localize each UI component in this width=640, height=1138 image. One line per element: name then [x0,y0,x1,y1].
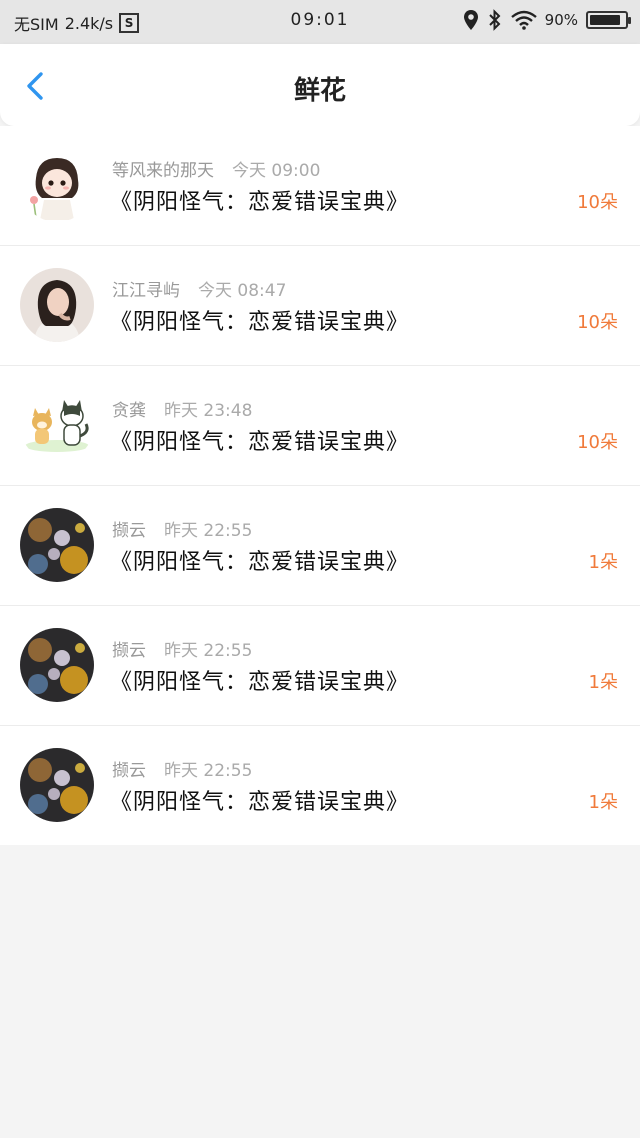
sender-name: 贪龚 [112,401,146,421]
sent-time: 昨天 23:48 [164,401,253,421]
flower-count: 10朵 [577,312,618,333]
page-title: 鲜花 [293,76,346,106]
avatar[interactable] [20,388,94,462]
list-item[interactable]: 等风来的那天 今天 09:00 《阴阳怪气：恋爱错误宝典》 10朵 [0,126,640,246]
flower-count: 1朵 [588,672,618,693]
item-meta: 撷云 昨天 22:55 [112,636,252,661]
night-flower-photo-icon [20,748,94,822]
sent-time: 昨天 22:55 [164,521,253,541]
chevron-left-icon [27,72,43,100]
flower-count: 10朵 [577,192,618,213]
night-flower-photo-icon [20,628,94,702]
avatar[interactable] [20,628,94,702]
sender-name: 撷云 [112,761,146,781]
battery-icon [586,11,631,29]
list-item[interactable]: 江江寻屿 今天 08:47 《阴阳怪气：恋爱错误宝典》 10朵 [0,246,640,366]
dog-cat-cartoon-icon [20,388,94,462]
avatar[interactable] [20,268,94,342]
item-meta: 贪龚 昨天 23:48 [112,396,252,421]
list-item[interactable]: 撷云 昨天 22:55 《阴阳怪气：恋爱错误宝典》 1朵 [0,726,640,845]
flower-count: 10朵 [577,432,618,453]
sender-name: 江江寻屿 [112,281,180,301]
item-meta: 撷云 昨天 22:55 [112,756,252,781]
back-button[interactable] [16,66,56,106]
book-title: 《阴阳怪气：恋爱错误宝典》 [110,310,410,335]
bluetooth-icon [488,9,501,31]
avatar[interactable] [20,508,94,582]
status-right: 90% [463,9,631,31]
list-item[interactable]: 撷云 昨天 22:55 《阴阳怪气：恋爱错误宝典》 1朵 [0,486,640,606]
status-bar: 无SIM 2.4k/s S 09:01 90% [0,0,640,44]
flower-count: 1朵 [588,552,618,573]
sender-name: 撷云 [112,641,146,661]
night-flower-photo-icon [20,508,94,582]
item-meta: 等风来的那天 今天 09:00 [112,156,320,181]
sent-time: 昨天 22:55 [164,641,253,661]
item-meta: 撷云 昨天 22:55 [112,516,252,541]
sent-time: 今天 08:47 [198,281,287,301]
sent-time: 今天 09:00 [232,161,321,181]
sender-name: 等风来的那天 [112,161,214,181]
book-title: 《阴阳怪气：恋爱错误宝典》 [110,790,410,815]
woman-photo-icon [20,268,94,342]
girl-cartoon-icon [20,148,94,222]
wifi-icon [510,10,537,30]
item-meta: 江江寻屿 今天 08:47 [112,276,286,301]
sender-name: 撷云 [112,521,146,541]
nav-header: 鲜花 [0,44,640,126]
list-item[interactable]: 贪龚 昨天 23:48 《阴阳怪气：恋爱错误宝典》 10朵 [0,366,640,486]
location-icon [463,10,478,30]
book-title: 《阴阳怪气：恋爱错误宝典》 [110,430,410,455]
flower-list: 等风来的那天 今天 09:00 《阴阳怪气：恋爱错误宝典》 10朵 江江寻屿 今天 … [0,126,640,845]
list-item[interactable]: 撷云 昨天 22:55 《阴阳怪气：恋爱错误宝典》 1朵 [0,606,640,726]
battery-fill [590,15,621,25]
book-title: 《阴阳怪气：恋爱错误宝典》 [110,190,410,215]
avatar[interactable] [20,748,94,822]
book-title: 《阴阳怪气：恋爱错误宝典》 [110,670,410,695]
avatar[interactable] [20,148,94,222]
flower-count: 1朵 [588,792,618,813]
sent-time: 昨天 22:55 [164,761,253,781]
book-title: 《阴阳怪气：恋爱错误宝典》 [110,550,410,575]
battery-percent: 90% [544,11,578,29]
